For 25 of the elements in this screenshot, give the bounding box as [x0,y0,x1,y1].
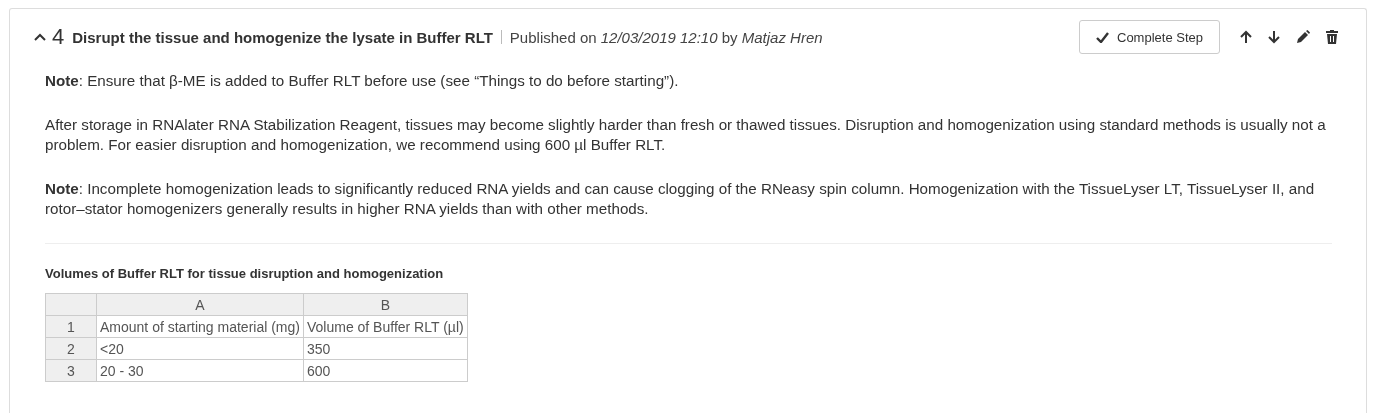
paragraph: After storage in RNAlater RNA Stabilization Reagent, tissues may become slightly harder than fresh or thawed tissues. Disruption and homogenization using standard methods is usually not a problem. For easier disruption and homogenization, we recommend using 600 µl Buffer RLT. [45,115,1327,155]
complete-step-button[interactable]: Complete Step [1079,20,1220,54]
step-title: Disrupt the tissue and homogenize the lysate in Buffer RLT [72,28,493,46]
table-cell: Volume of Buffer RLT (µl) [303,315,468,338]
table-cell: 350 [303,337,468,360]
row-number: 3 [45,359,97,382]
edit-icon[interactable] [1296,30,1310,44]
step-number: 4 [52,24,65,50]
row-number: 2 [45,337,97,360]
table-cell: <20 [96,337,304,360]
row-number: 1 [45,315,97,338]
table-caption: Volumes of Buffer RLT for tissue disruption and homogenization [45,266,445,281]
delete-icon[interactable] [1326,30,1338,44]
published-info: Published on 12/03/2019 12:10 by Matjaz Hren [509,28,823,46]
table-cell: 20 - 30 [96,359,304,382]
paragraph: Note: Ensure that β-ME is added to Buffer RLT before use (see “Things to do before starting”). [45,71,680,91]
column-header: A [96,293,304,316]
move-down-icon[interactable] [1268,30,1280,44]
column-header: B [303,293,468,316]
move-up-icon[interactable] [1240,30,1252,44]
paragraph: Note: Incomplete homogenization leads to significantly reduced RNA yields and can cause clogging of the RNeasy spin column. Homogenization with the TissueLyser LT, TissueLyser II, and rotor–stator homogenizers generally results in higher RNA yields than with other methods. [45,179,1316,219]
table-cell: Amount of starting material (mg) [96,315,304,338]
check-icon [1096,31,1109,43]
table-cell: 600 [303,359,468,382]
caret-icon[interactable] [34,33,46,41]
